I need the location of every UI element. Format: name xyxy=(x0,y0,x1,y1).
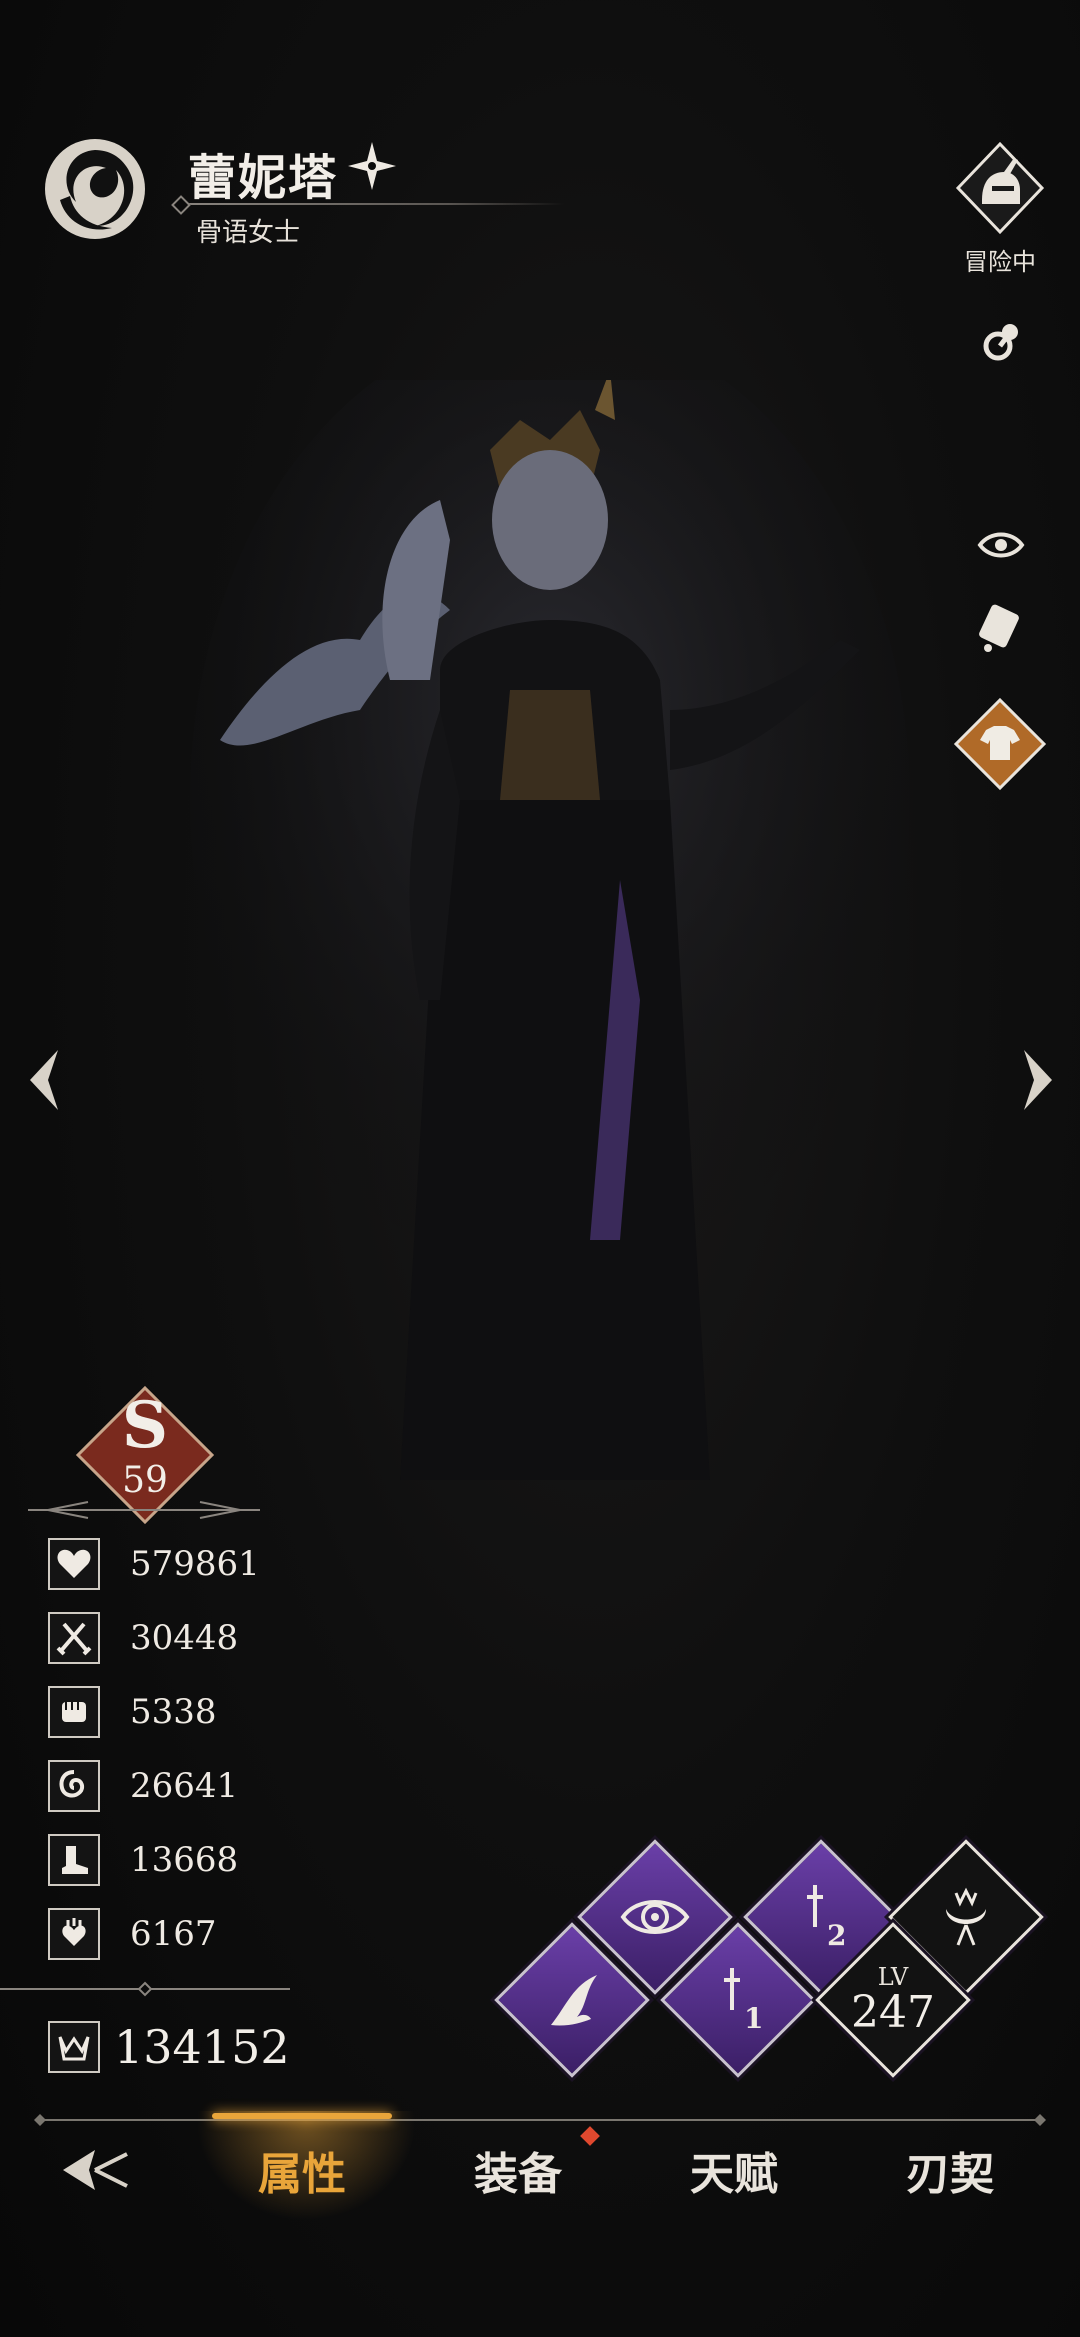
fist-icon xyxy=(48,1686,100,1738)
stat-value-speed: 13668 xyxy=(130,1840,239,1880)
stat-value-heal: 6167 xyxy=(130,1914,217,1954)
next-character-arrow[interactable] xyxy=(1014,1040,1064,1120)
faction-emblem-icon xyxy=(36,130,154,248)
active-tab-indicator xyxy=(212,2113,392,2119)
combat-power: 134152 xyxy=(48,2020,290,2074)
boot-icon xyxy=(48,1834,100,1886)
combat-power-value: 134152 xyxy=(114,2020,290,2074)
tab-equipment[interactable]: 装备 xyxy=(428,2125,608,2215)
character-subtitle: 骨语女士 xyxy=(196,218,301,248)
rank-ornament-line xyxy=(28,1500,260,1520)
character-model xyxy=(190,320,970,1480)
back-arrow-icon xyxy=(63,2150,128,2190)
stat-row-attack: 30448 xyxy=(48,1610,238,1666)
stat-row-defense: 5338 xyxy=(48,1684,217,1740)
tabbar-divider xyxy=(30,2112,1050,2126)
tab-blade-pact[interactable]: 刃契 xyxy=(860,2125,1040,2215)
eye-icon xyxy=(620,1900,690,1934)
hand-heart-icon xyxy=(48,1908,100,1960)
heart-icon xyxy=(48,1538,100,1590)
back-button[interactable] xyxy=(50,2125,140,2215)
rank-letter: S xyxy=(121,1388,169,1463)
crossed-swords-icon xyxy=(48,1612,100,1664)
knight-helmet-icon xyxy=(955,141,1045,235)
level-value: 247 xyxy=(851,1987,935,2038)
crescent-crown-icon xyxy=(946,1887,986,1946)
crown-emblem-icon xyxy=(48,2021,100,2073)
sword-2-icon: 2 xyxy=(807,1885,846,1952)
title-divider xyxy=(176,203,564,205)
adventure-label: 冒险中 xyxy=(964,248,1036,276)
stat-row-heal: 6167 xyxy=(48,1906,217,1962)
tab-talent[interactable]: 天赋 xyxy=(644,2125,824,2215)
stat-value-attack: 30448 xyxy=(130,1618,239,1658)
swirl-icon xyxy=(48,1760,100,1812)
stat-row-speed: 13668 xyxy=(48,1832,238,1888)
previous-character-arrow[interactable] xyxy=(18,1040,68,1120)
sword-1-icon: 1 xyxy=(724,1968,763,2035)
stat-value-hp: 579861 xyxy=(130,1544,260,1584)
eye-icon[interactable] xyxy=(976,525,1026,565)
level-label: LV xyxy=(877,1963,909,1991)
stat-value-defense: 5338 xyxy=(130,1692,217,1732)
stat-value-magic: 26641 xyxy=(130,1766,239,1806)
stats-divider xyxy=(0,1981,290,1997)
star-icon xyxy=(346,140,398,192)
tab-attributes[interactable]: 属性 xyxy=(212,2125,392,2215)
adventure-status-button[interactable]: 冒险中 xyxy=(952,140,1048,277)
voice-pin-icon[interactable] xyxy=(976,318,1026,368)
skill-number-1: 1 xyxy=(744,2002,763,2035)
wing-icon xyxy=(551,1975,597,2026)
hide-ui-icon[interactable] xyxy=(974,602,1030,658)
rank-value: 59 xyxy=(122,1460,168,1501)
stat-row-hp: 579861 xyxy=(48,1536,260,1592)
stat-row-magic: 26641 xyxy=(48,1758,238,1814)
tab-bar: 属性 装备 天赋 刃契 xyxy=(0,2111,1080,2221)
character-name: 蕾妮塔 xyxy=(188,150,339,206)
